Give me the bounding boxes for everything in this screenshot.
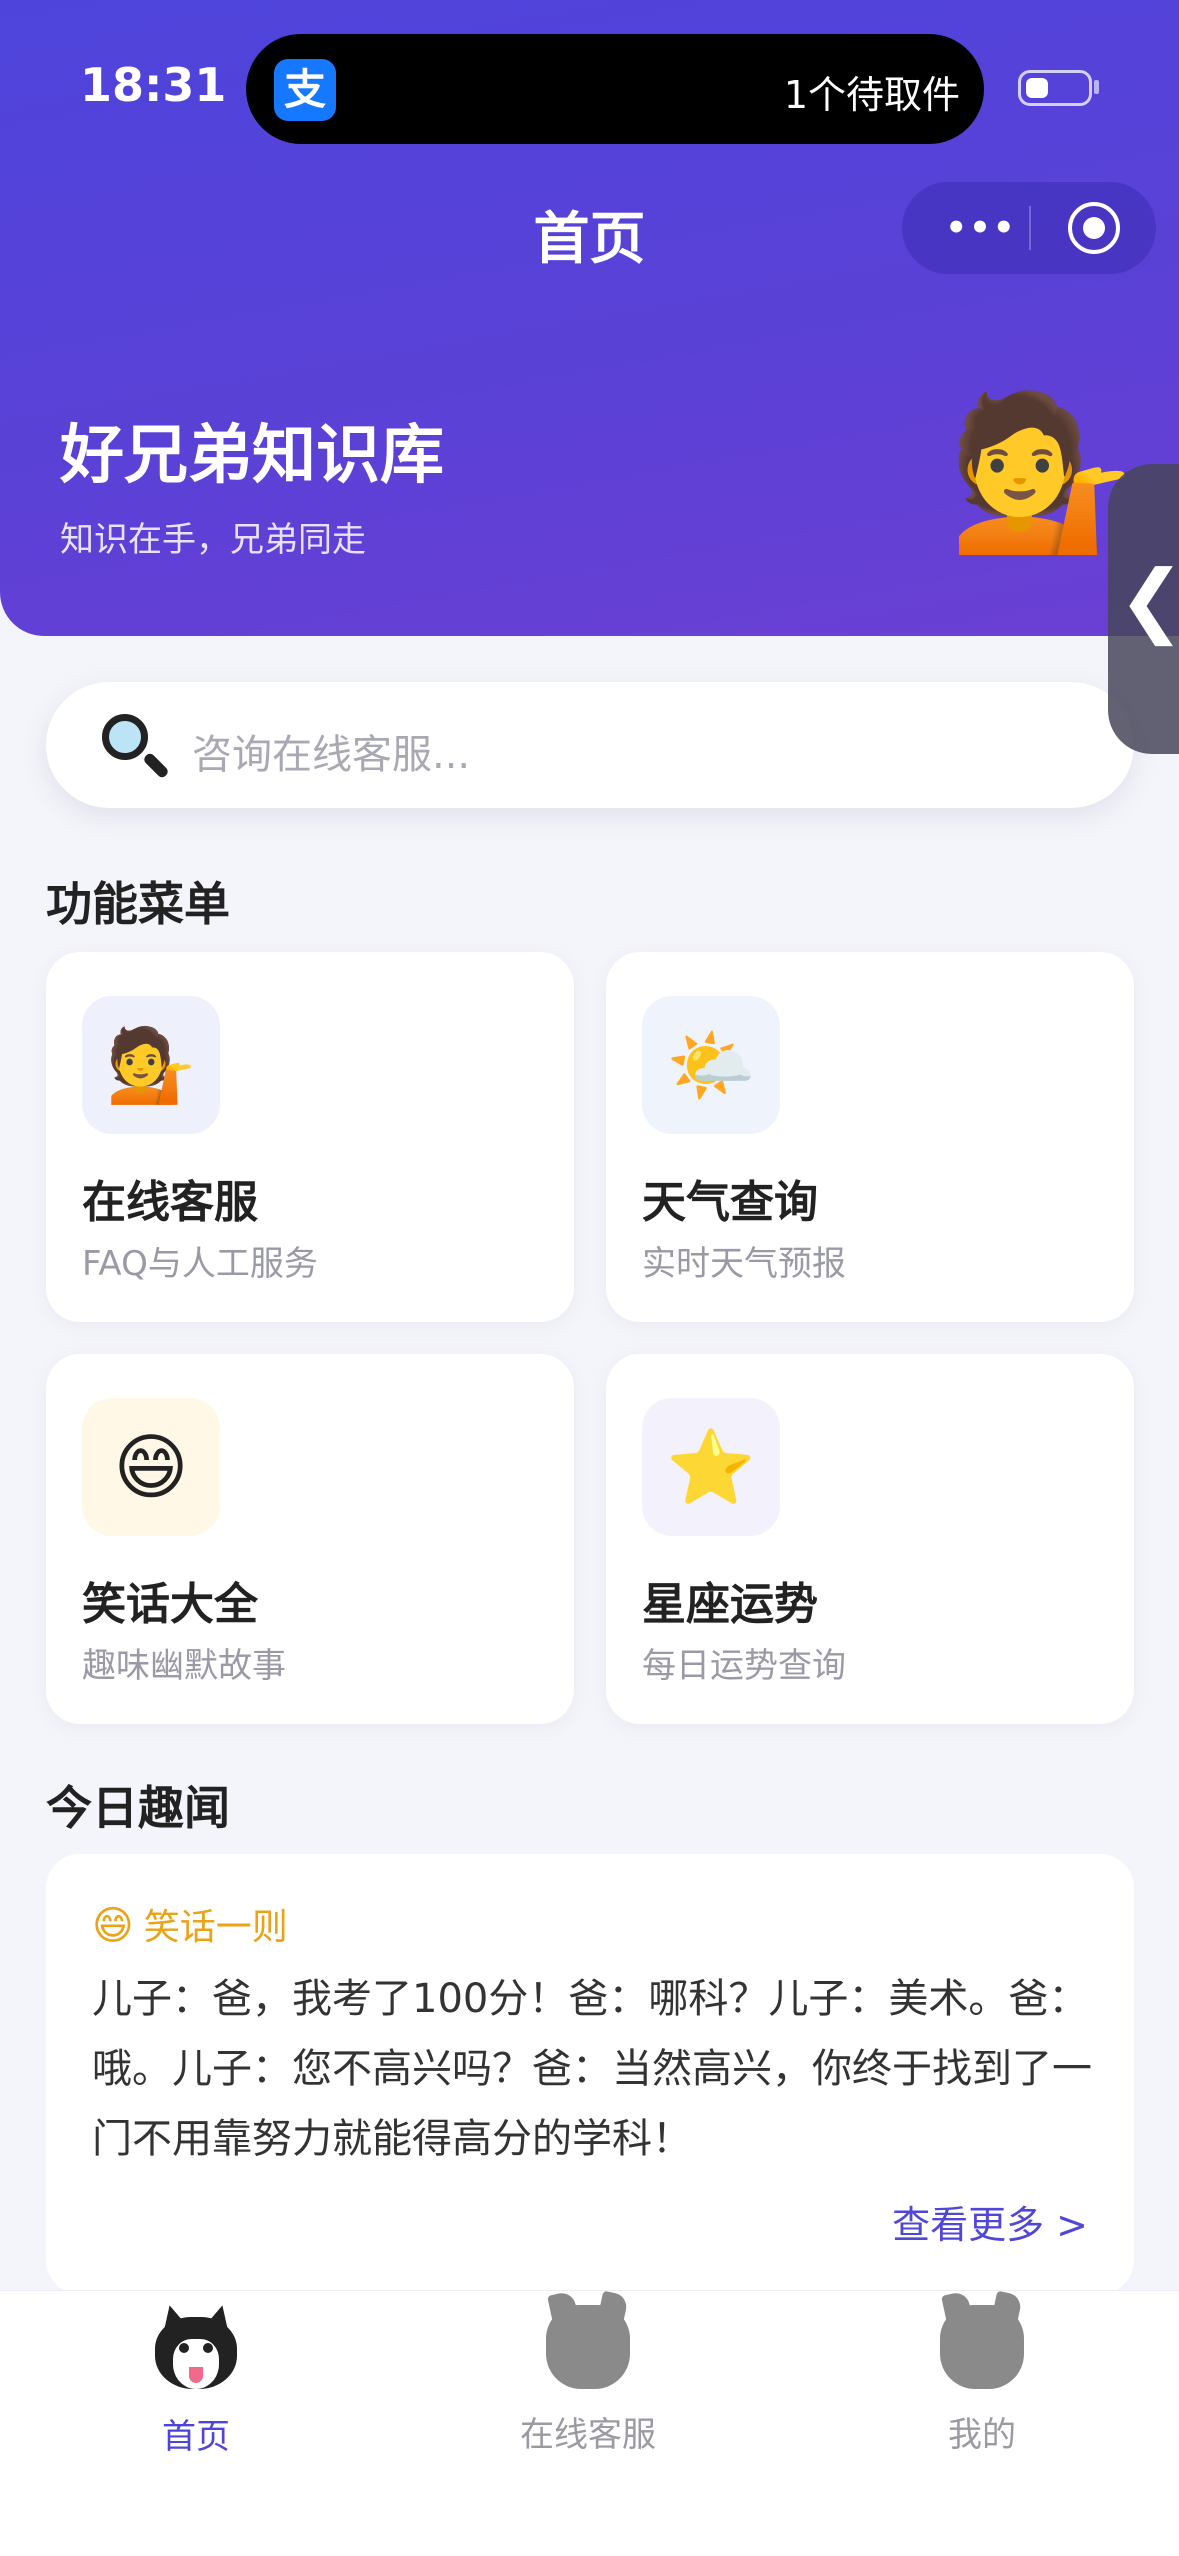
menu-card-title: 在线客服 xyxy=(82,1177,258,1228)
tab-mine[interactable]: 我的 xyxy=(862,2305,1102,2456)
menu-card-title: 天气查询 xyxy=(642,1177,818,1228)
menu-card-weather[interactable]: 🌤️ 天气查询 实时天气预报 xyxy=(606,952,1134,1322)
more-icon[interactable]: ••• xyxy=(936,206,1026,250)
chevron-left-icon: ❮ xyxy=(1118,553,1179,646)
capsule-divider xyxy=(1029,206,1031,250)
bottom-tab-bar: 首页 在线客服 我的 xyxy=(0,2290,1179,2556)
search-icon xyxy=(98,710,170,780)
joke-tag-label: 笑话一则 xyxy=(143,1907,288,1948)
tab-home[interactable]: 首页 xyxy=(76,2302,316,2458)
battery-icon xyxy=(1018,70,1092,106)
star-icon: ⭐ xyxy=(642,1398,780,1536)
menu-card-horoscope[interactable]: ⭐ 星座运势 每日运势查询 xyxy=(606,1354,1134,1724)
view-more-link[interactable]: 查看更多 > xyxy=(892,2194,1088,2249)
menu-card-title: 笑话大全 xyxy=(82,1579,258,1630)
tab-label: 首页 xyxy=(162,2417,230,2457)
header-banner: 18:31 支 1个待取件 首页 ••• 好兄弟知识库 知识在手，兄弟同走 💁 xyxy=(0,0,1179,636)
menu-card-subtitle: 趣味幽默故事 xyxy=(82,1646,286,1686)
tab-label: 在线客服 xyxy=(520,2415,656,2455)
person-tipping-hand-icon: 💁 xyxy=(948,386,1135,560)
grinning-face-icon: 😄 xyxy=(92,1903,134,1949)
menu-card-jokes[interactable]: 😄 笑话大全 趣味幽默故事 xyxy=(46,1354,574,1724)
mini-program-capsule: ••• xyxy=(902,182,1156,274)
island-notification: 1个待取件 xyxy=(783,73,960,117)
customer-service-icon: 💁 xyxy=(82,996,220,1134)
dog-profile-icon xyxy=(940,2305,1024,2389)
hero-subtitle: 知识在手，兄弟同走 xyxy=(60,520,366,560)
joke-icon: 😄 xyxy=(82,1398,220,1536)
joke-text: 儿子：爸，我考了100分！爸：哪科？儿子：美术。爸：哦。儿子：您不高兴吗？爸：当… xyxy=(92,1976,1092,2162)
menu-section-title: 功能菜单 xyxy=(46,877,230,931)
close-target-icon[interactable] xyxy=(1068,202,1120,254)
joke-tag: 😄 笑话一则 xyxy=(92,1898,288,1950)
today-section-title: 今日趣闻 xyxy=(46,1781,230,1835)
husky-home-icon xyxy=(151,2302,241,2391)
menu-card-title: 星座运势 xyxy=(642,1579,818,1630)
menu-card-subtitle: 每日运势查询 xyxy=(642,1646,846,1686)
search-bar[interactable]: 咨询在线客服... xyxy=(46,682,1134,808)
menu-card-subtitle: FAQ与人工服务 xyxy=(82,1244,318,1284)
hero-title: 好兄弟知识库 xyxy=(60,419,444,493)
daily-joke-card: 😄 笑话一则 儿子：爸，我考了100分！爸：哪科？儿子：美术。爸：哦。儿子：您不高… xyxy=(46,1854,1134,2294)
battery-tip xyxy=(1094,80,1099,94)
side-drawer-handle[interactable]: ❮ xyxy=(1108,464,1179,754)
menu-card-customer-service[interactable]: 💁 在线客服 FAQ与人工服务 xyxy=(46,952,574,1322)
tab-customer-service[interactable]: 在线客服 xyxy=(468,2305,708,2456)
search-placeholder: 咨询在线客服... xyxy=(192,732,471,778)
menu-card-subtitle: 实时天气预报 xyxy=(642,1244,846,1284)
dynamic-island[interactable]: 支 1个待取件 xyxy=(246,34,984,144)
dog-service-icon xyxy=(546,2305,630,2389)
status-time: 18:31 xyxy=(80,58,227,112)
alipay-icon: 支 xyxy=(274,59,336,121)
weather-icon: 🌤️ xyxy=(642,996,780,1134)
tab-label: 我的 xyxy=(948,2415,1016,2455)
